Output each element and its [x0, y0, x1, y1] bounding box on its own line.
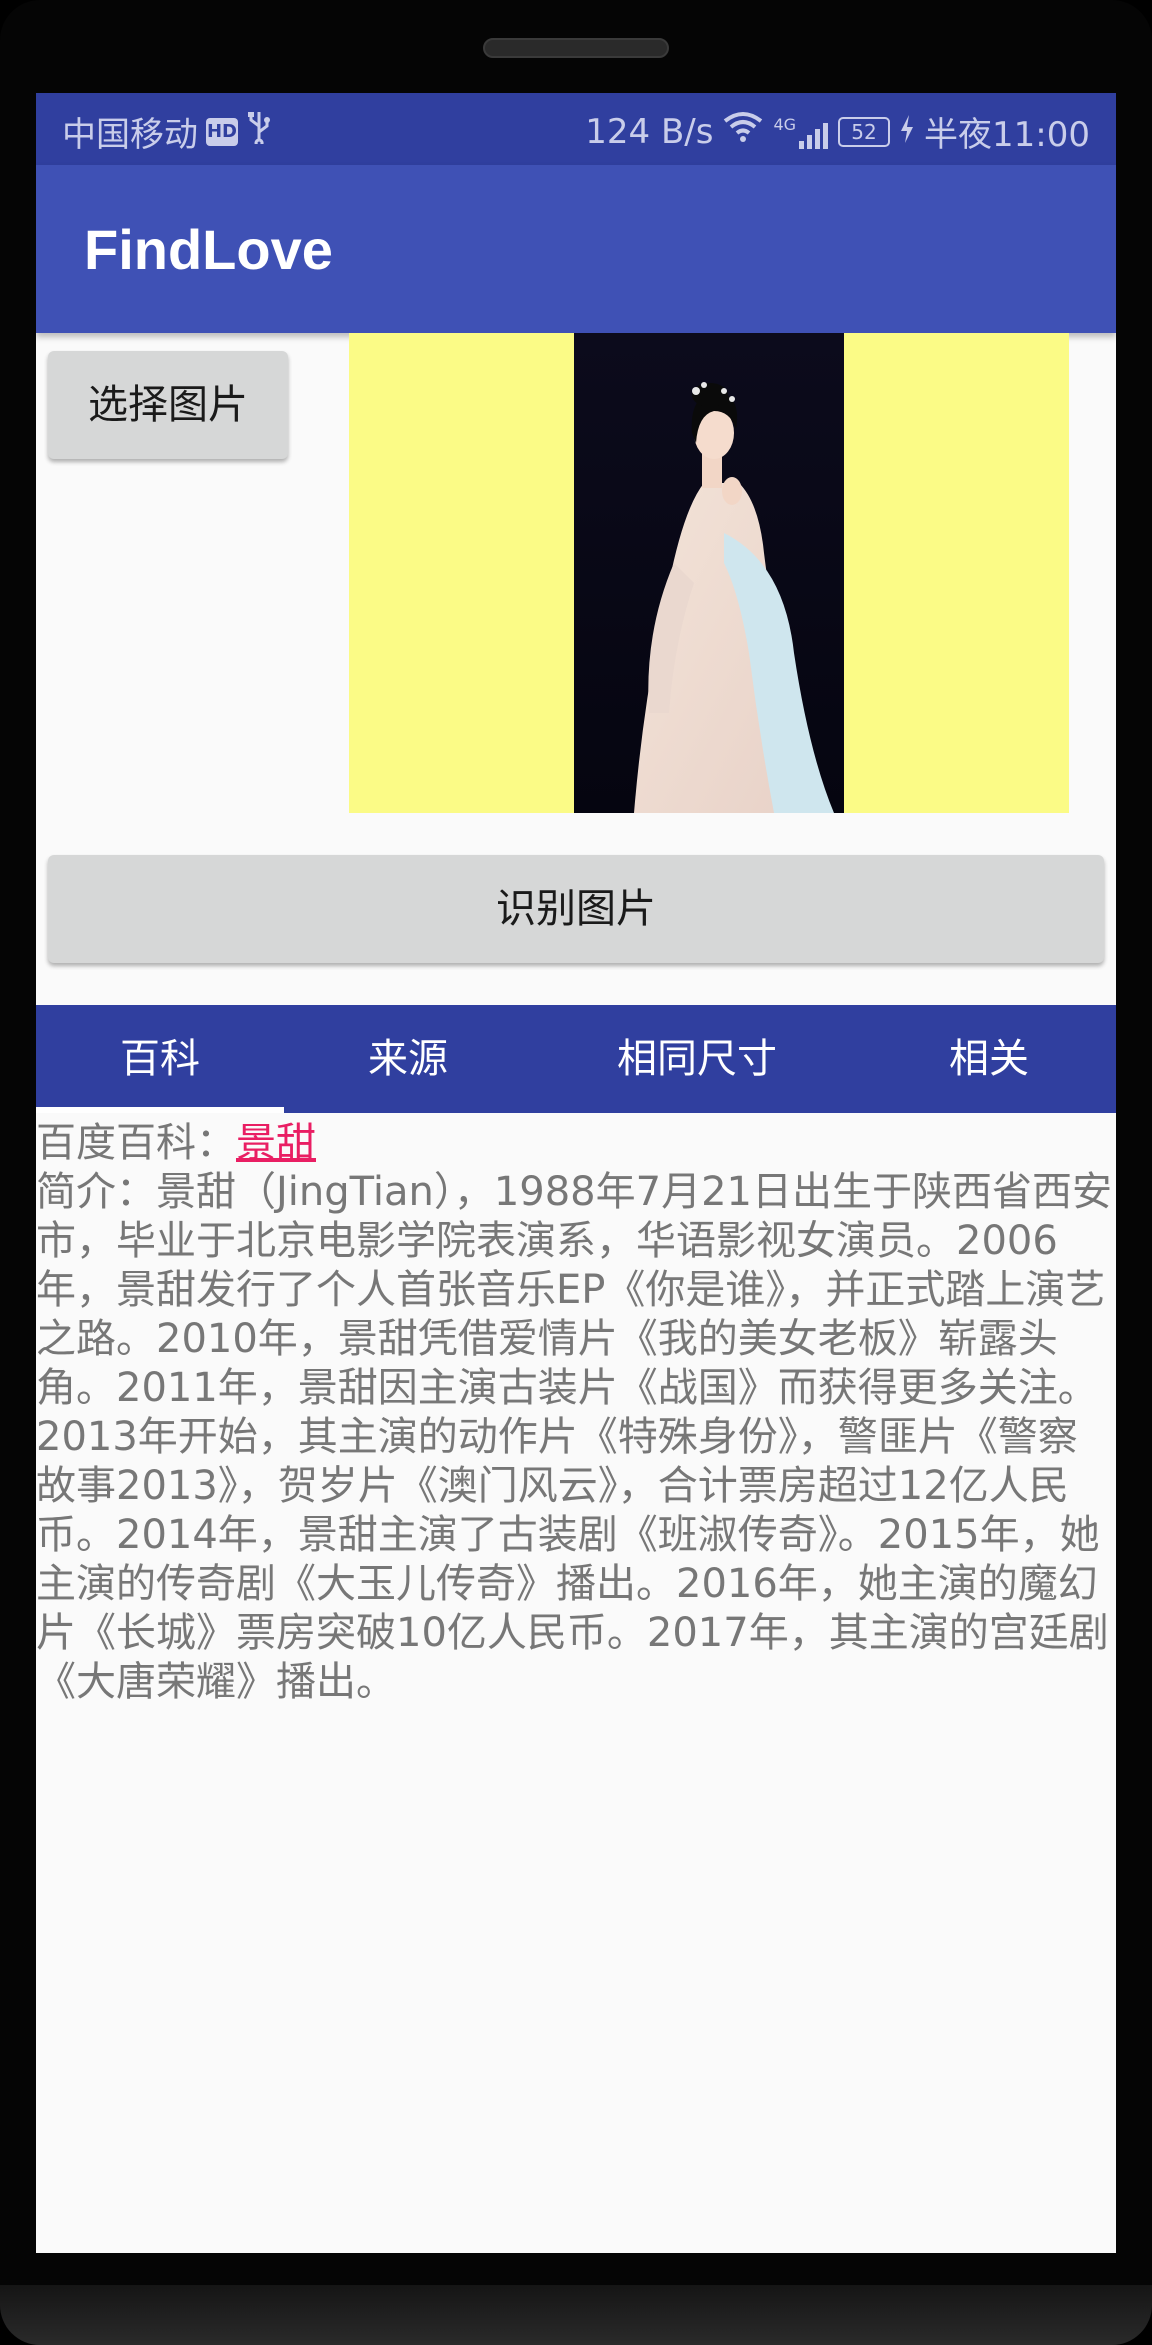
baike-link[interactable]: 景甜 [236, 1120, 316, 1166]
intro-text: 简介：景甜（JingTian），1988年7月21日出生于陕西省西安市，毕业于北… [36, 1169, 1112, 1705]
signal-bar [815, 128, 821, 149]
recognize-image-button[interactable]: 识别图片 [48, 855, 1104, 963]
network-speed: 124 B/s [585, 111, 714, 152]
tab-same-size[interactable]: 相同尺寸 [532, 1005, 862, 1113]
baike-prefix: 百度百科： [36, 1120, 236, 1166]
clock: 半夜11:00 [924, 115, 1090, 155]
battery-icon: 52 [838, 116, 891, 147]
tab-bar: 百科 来源 相同尺寸 相关 [36, 1005, 1116, 1113]
app-bar: FindLove [36, 165, 1116, 333]
signal-bar [823, 122, 829, 149]
charging-icon [900, 112, 914, 152]
hd-icon: HD [206, 117, 238, 146]
phone-frame: 中国移动 HD 124 B/s 4G 52 半夜11:00 FindLove 选… [0, 0, 1152, 2345]
result-content: 百度百科：景甜 简介：景甜（JingTian），1988年7月21日出生于陕西省… [36, 1119, 1116, 1707]
earpiece-speaker [483, 38, 669, 58]
cellular-signal-icon: 4G [773, 114, 829, 149]
image-preview [349, 333, 1069, 813]
usb-icon [246, 110, 272, 153]
baike-line: 百度百科：景甜 [36, 1119, 1116, 1168]
screen: 中国移动 HD 124 B/s 4G 52 半夜11:00 FindLove 选… [36, 93, 1116, 2253]
tab-related[interactable]: 相关 [862, 1005, 1116, 1113]
status-bar: 中国移动 HD 124 B/s 4G 52 半夜11:00 [36, 93, 1116, 165]
select-image-button[interactable]: 选择图片 [48, 351, 288, 459]
tab-source[interactable]: 来源 [284, 1005, 532, 1113]
carrier-name: 中国移动 [62, 115, 198, 155]
network-type: 4G [773, 114, 797, 134]
portrait-photo [574, 333, 844, 813]
signal-bar [807, 134, 813, 149]
bottom-bezel [0, 2285, 1152, 2345]
wifi-icon [723, 111, 763, 152]
app-title: FindLove [84, 218, 333, 281]
tab-baike[interactable]: 百科 [36, 1005, 284, 1113]
tab-indicator [36, 1107, 284, 1113]
signal-bar [799, 140, 805, 149]
